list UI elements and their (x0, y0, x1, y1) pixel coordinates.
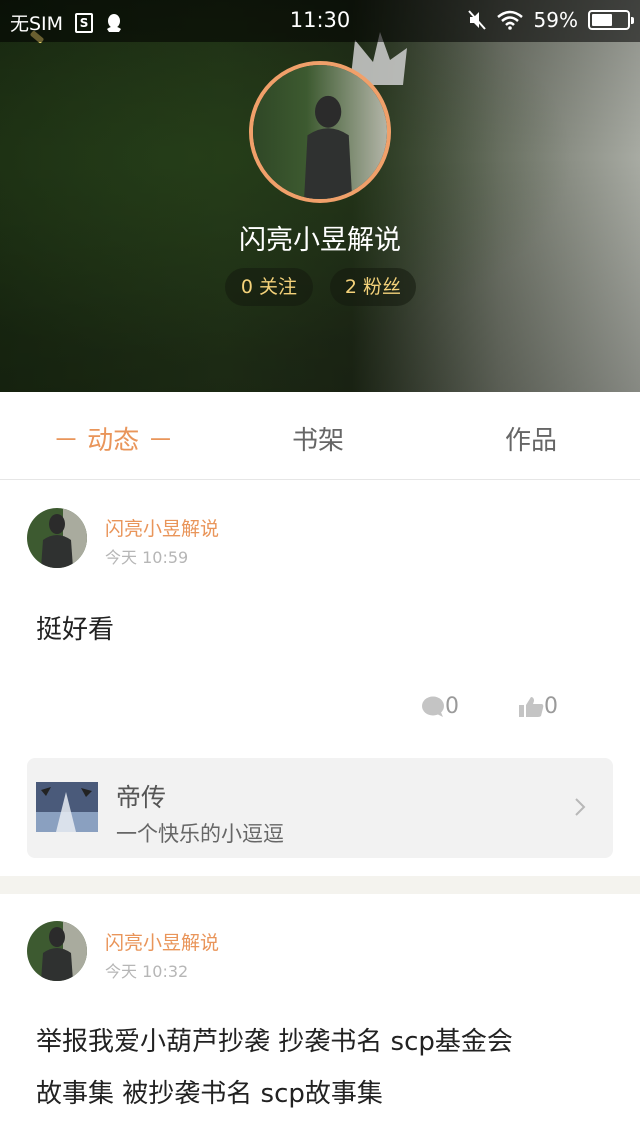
status-bar: 无SIM S 11:30 59% (0, 0, 640, 42)
avatar-person-icon (303, 95, 353, 199)
post-author-avatar[interactable] (27, 508, 87, 568)
tab-bookshelf[interactable]: 书架 (292, 420, 344, 457)
follow-count-button[interactable]: 0 关注 (225, 268, 313, 306)
post-content: 举报我爱小葫芦抄袭 抄袭书名 scp基金会 故事集 被抄袭书名 scp故事集 (36, 1016, 616, 1120)
comment-icon (422, 696, 444, 717)
battery-percent: 59% (533, 8, 578, 32)
feed-divider (0, 876, 640, 894)
post-author-name[interactable]: 闪亮小昱解说 (105, 928, 219, 955)
post-timestamp: 今天 10:32 (105, 962, 189, 981)
fans-count-button[interactable]: 2 粉丝 (330, 268, 416, 306)
book-title: 帝传 (116, 783, 167, 812)
status-right: 59% (467, 8, 634, 32)
post-author-avatar[interactable] (27, 921, 87, 981)
profile-name: 闪亮小昱解说 (239, 225, 401, 256)
battery-icon (588, 10, 634, 30)
post-author-name[interactable]: 闪亮小昱解说 (105, 514, 219, 541)
wifi-icon (496, 10, 523, 30)
like-button[interactable]: 0 (518, 694, 558, 719)
profile-tabs: － 动态 － 书架 作品 (0, 392, 640, 480)
tab-works[interactable]: 作品 (505, 420, 557, 457)
profile-header: 闪亮小昱解说 0 关注 2 粉丝 (0, 0, 640, 392)
profile-avatar[interactable] (249, 61, 391, 203)
book-cover (36, 782, 98, 832)
post-timestamp: 今天 10:59 (105, 548, 189, 567)
book-subtitle: 一个快乐的小逗逗 (116, 822, 284, 846)
post-content: 挺好看 (36, 615, 115, 645)
tab-activity[interactable]: － 动态 － (53, 420, 174, 457)
book-cover-image (36, 782, 98, 832)
chevron-right-icon (575, 798, 586, 816)
book-card[interactable]: 帝传 一个快乐的小逗逗 (27, 758, 613, 858)
mute-icon (467, 10, 486, 30)
battery-level (592, 14, 613, 26)
comment-count: 0 (445, 694, 459, 719)
post-content-line: 举报我爱小葫芦抄袭 抄袭书名 scp基金会 (36, 1027, 513, 1057)
like-count: 0 (544, 694, 558, 719)
avatar-person-icon (27, 508, 87, 568)
comment-button[interactable]: 0 (421, 694, 459, 719)
avatar-person-icon (27, 921, 87, 981)
thumbs-up-icon (519, 696, 544, 717)
post-content-line: 故事集 被抄袭书名 scp故事集 (36, 1079, 383, 1109)
